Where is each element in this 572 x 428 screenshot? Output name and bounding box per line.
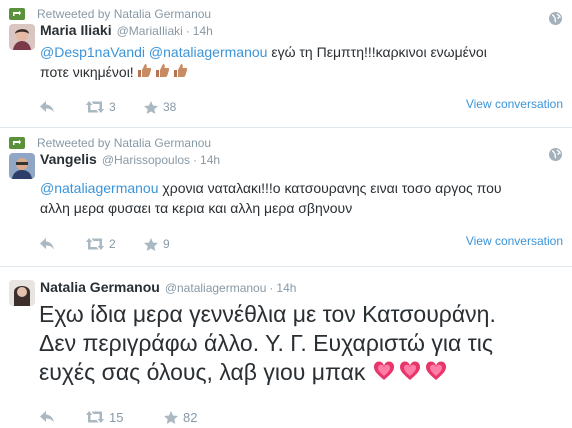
star-icon <box>144 100 158 114</box>
tweet[interactable]: Retweeted by Natalia Germanou Vangelis @… <box>0 127 572 266</box>
retweet-button[interactable]: 3 <box>86 100 144 114</box>
timestamp[interactable]: 14h <box>200 153 220 167</box>
timestamp[interactable]: 14h <box>193 24 213 38</box>
tweet-actions: 2 9 <box>40 236 170 252</box>
retweet-icon <box>86 101 104 113</box>
star-icon <box>164 410 178 424</box>
reply-button[interactable] <box>40 238 86 250</box>
retweet-count: 2 <box>109 237 116 251</box>
reply-button[interactable] <box>40 411 86 423</box>
tweet-text: Εχω ίδια μερα γεννέθλια με τον Κατσουράν… <box>39 300 569 388</box>
reply-icon <box>40 411 54 423</box>
retweet-icon <box>9 8 25 20</box>
retweet-context-label: Retweeted by Natalia Germanou <box>37 7 212 21</box>
favorite-count: 38 <box>163 100 177 114</box>
tweet-actions: 15 82 <box>40 409 197 425</box>
retweet-button[interactable]: 2 <box>86 237 144 251</box>
reply-icon <box>40 238 54 250</box>
tweet-header: Natalia Germanou @nataliagermanou · 14h <box>40 279 296 297</box>
separator-dot: · <box>193 153 198 167</box>
tweet-text: @Desp1naVandi @nataliagermanou εγώ τη Πε… <box>40 42 565 83</box>
tweet-text: @nataliagermanou χρονια ναταλακι!!!ο κατ… <box>40 178 565 218</box>
avatar[interactable] <box>9 24 35 50</box>
tweet-text-line3: ευχές σας όλους, λαβ γιου μπακ <box>39 359 366 385</box>
favorite-count: 82 <box>183 409 198 425</box>
tweet-text-line2: Δεν περιγράφω άλλο. Υ. Γ. Ευχαριστώ για … <box>39 330 493 356</box>
tweet-text-line1: χρονια ναταλακι!!!ο κατσουρανης ειναι το… <box>158 180 502 196</box>
tweet-text-line1: Εχω ίδια μερα γεννέθλια με τον Κατσουράν… <box>39 301 496 327</box>
globe-icon <box>549 148 562 161</box>
username[interactable]: @nataliagermanou <box>165 281 267 295</box>
avatar[interactable] <box>9 280 35 306</box>
tweet-header: Maria Iliaki @MariaIliaki · 14h <box>40 22 213 40</box>
fullname[interactable]: Natalia Germanou <box>40 279 160 295</box>
retweet-icon <box>86 411 104 423</box>
avatar[interactable] <box>9 153 35 179</box>
sparkling-heart-emoji <box>399 359 421 388</box>
retweet-icon <box>86 238 104 250</box>
tweet-text-line2: αλλη μερα φυσαει τα κερια και αλλη μερα … <box>40 200 353 216</box>
mention-link[interactable]: @Desp1naVandi <box>40 44 145 60</box>
retweet-icon <box>9 137 25 149</box>
mention-link[interactable]: @nataliagermanou <box>149 44 268 60</box>
retweet-count: 3 <box>109 100 116 114</box>
view-conversation-link[interactable]: View conversation <box>466 234 563 248</box>
retweet-button[interactable]: 15 <box>86 410 164 425</box>
retweet-count: 15 <box>109 409 124 425</box>
mention-link[interactable]: @nataliagermanou <box>40 180 159 196</box>
tweet-text-line2: ποτε νικημένοι! <box>40 64 134 80</box>
star-icon <box>144 237 158 251</box>
favorite-count: 9 <box>163 237 170 251</box>
tweet-text-line1: εγώ τη Πεμπτη!!!καρκινοι ενωμένοι <box>267 44 487 60</box>
retweet-context: Retweeted by Natalia Germanou <box>9 6 211 22</box>
retweet-context: Retweeted by Natalia Germanou <box>9 135 211 151</box>
fullname[interactable]: Maria Iliaki <box>40 22 112 38</box>
sparkling-heart-emoji <box>373 359 395 388</box>
favorite-button[interactable]: 38 <box>144 100 176 114</box>
timestamp[interactable]: 14h <box>276 281 296 295</box>
username[interactable]: @MariaIliaki <box>117 24 183 38</box>
tweet[interactable]: Natalia Germanou @nataliagermanou · 14h … <box>0 266 572 428</box>
reply-button[interactable] <box>40 101 86 113</box>
separator-dot: · <box>185 24 190 38</box>
sparkling-heart-emoji <box>425 359 447 388</box>
thumbs-up-emoji <box>155 63 170 83</box>
reply-icon <box>40 101 54 113</box>
thumbs-up-emoji <box>173 63 188 83</box>
favorite-button[interactable]: 82 <box>164 410 197 425</box>
thumbs-up-emoji <box>137 63 152 83</box>
username[interactable]: @Harissopoulos <box>102 153 190 167</box>
fullname[interactable]: Vangelis <box>40 151 97 167</box>
tweet[interactable]: Retweeted by Natalia Germanou Maria Ilia… <box>0 0 572 127</box>
tweet-header: Vangelis @Harissopoulos · 14h <box>40 151 220 169</box>
separator-dot: · <box>269 281 274 295</box>
tweet-actions: 3 38 <box>40 99 176 115</box>
view-conversation-link[interactable]: View conversation <box>466 97 563 111</box>
retweet-context-label: Retweeted by Natalia Germanou <box>37 136 212 150</box>
globe-icon <box>549 12 562 25</box>
favorite-button[interactable]: 9 <box>144 237 170 251</box>
